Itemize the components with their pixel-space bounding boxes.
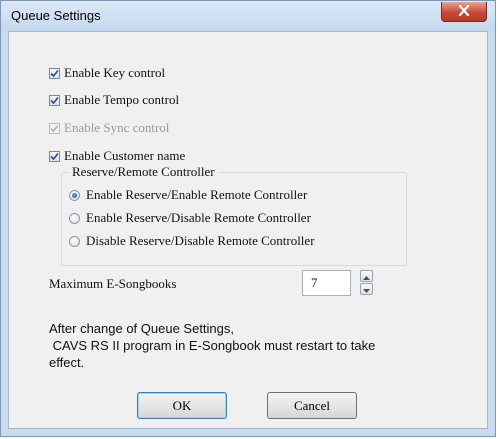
max-songbooks-input[interactable]: 7 <box>302 270 351 296</box>
checkbox-label: Enable Key control <box>64 65 166 80</box>
radio-label: Enable Reserve/Disable Remote Controller <box>86 210 311 225</box>
radio-disable-reserve-disable-remote[interactable]: Disable Reserve/Disable Remote Controlle… <box>69 232 315 250</box>
dialog-client-area: Enable Key control Enable Tempo control … <box>8 31 488 429</box>
checkmark-icon <box>49 67 60 79</box>
radio-enable-reserve-disable-remote[interactable]: Enable Reserve/Disable Remote Controller <box>69 209 311 227</box>
radio-label: Enable Reserve/Enable Remote Controller <box>86 187 308 202</box>
spin-down-button[interactable] <box>360 283 373 295</box>
notice-line: effect. <box>49 355 85 370</box>
radio-label: Disable Reserve/Disable Remote Controlle… <box>86 233 315 248</box>
checkbox-sync-control: Enable Sync control <box>49 119 169 137</box>
checkmark-icon <box>49 150 60 162</box>
cancel-button[interactable]: Cancel <box>267 392 357 419</box>
close-icon <box>458 3 470 21</box>
checkmark-icon <box>49 122 60 134</box>
window-title: Queue Settings <box>11 8 101 23</box>
radio-unselected-icon <box>69 235 80 247</box>
close-button[interactable] <box>441 2 487 22</box>
checkbox-label: Enable Tempo control <box>64 92 180 107</box>
max-songbooks-label: Maximum E-Songbooks <box>49 276 177 291</box>
restart-notice: After change of Queue Settings, CAVS RS … <box>49 320 449 371</box>
radio-enable-reserve-enable-remote[interactable]: Enable Reserve/Enable Remote Controller <box>69 186 307 204</box>
radio-selected-icon <box>69 189 80 201</box>
checkbox-tempo-control[interactable]: Enable Tempo control <box>49 91 179 109</box>
checkbox-key-control[interactable]: Enable Key control <box>49 64 165 82</box>
checkbox-label: Enable Customer name <box>64 148 186 163</box>
title-bar[interactable]: Queue Settings <box>1 1 495 31</box>
reserve-remote-group-title: Reserve/Remote Controller <box>69 164 218 180</box>
notice-line: CAVS RS II program in E-Songbook must re… <box>49 338 376 353</box>
notice-line: After change of Queue Settings, <box>49 321 235 336</box>
arrow-down-icon <box>363 280 370 298</box>
checkbox-label: Enable Sync control <box>64 120 170 135</box>
checkmark-icon <box>49 94 60 106</box>
ok-button[interactable]: OK <box>137 392 227 419</box>
checkbox-customer-name[interactable]: Enable Customer name <box>49 147 185 165</box>
radio-unselected-icon <box>69 212 80 224</box>
queue-settings-dialog: Queue Settings Enable Key control Enable… <box>0 0 496 437</box>
